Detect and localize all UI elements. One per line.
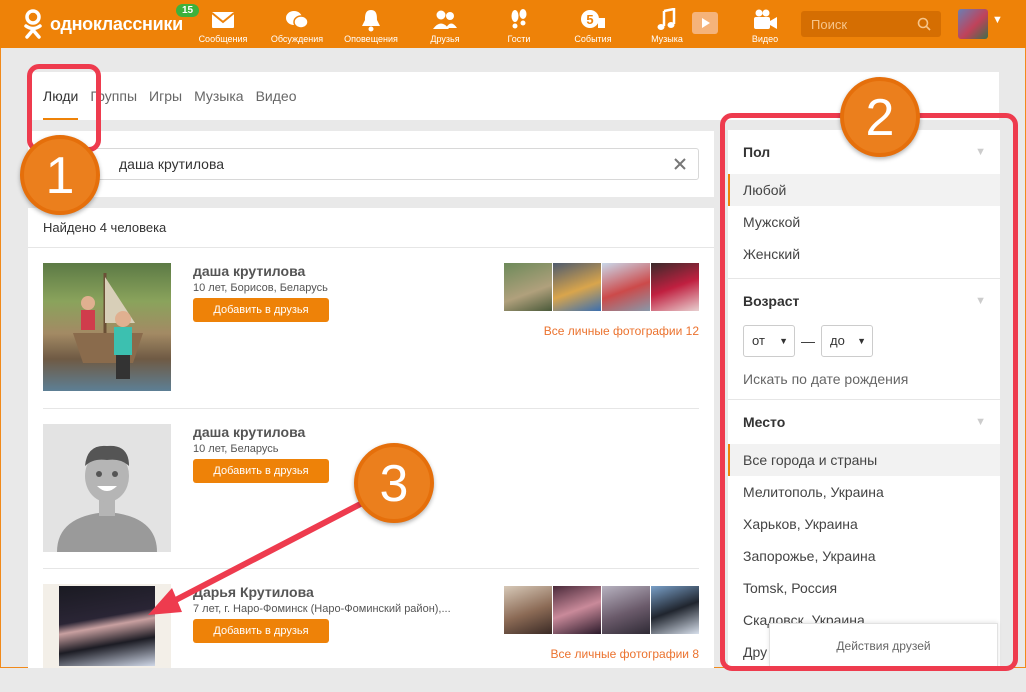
list-item: Дарья Крутилова 7 лет, г. Наро-Фоминск (…	[43, 568, 699, 668]
photo-thumbnail[interactable]	[602, 586, 650, 634]
tab-games[interactable]: Игры	[149, 72, 182, 120]
nav-events[interactable]: 5 События	[556, 0, 630, 48]
profile-photo[interactable]	[43, 584, 171, 668]
nav-guests[interactable]: Гости	[482, 0, 556, 48]
photo-thumbnail[interactable]	[602, 263, 650, 311]
person-info: 10 лет, Беларусь	[193, 443, 279, 455]
person-name[interactable]: даша крутилова	[193, 263, 305, 279]
step-marker-2: 2	[840, 77, 920, 157]
photo-thumbnail[interactable]	[553, 263, 601, 311]
ok-logo-icon	[22, 9, 44, 39]
step-marker-3: 3	[354, 443, 434, 523]
photo-thumbnail[interactable]	[504, 586, 552, 634]
nav-video[interactable]: Видео	[728, 0, 802, 48]
tab-video[interactable]: Видео	[256, 72, 297, 120]
events-icon: 5	[581, 10, 605, 28]
envelope-icon	[211, 12, 235, 28]
nav-label: Сообщения	[198, 34, 248, 44]
nav-notifications[interactable]: Оповещения	[334, 0, 408, 48]
photo-thumbnails	[504, 263, 699, 311]
photo-thumbnail[interactable]	[504, 263, 552, 311]
tab-music[interactable]: Музыка	[194, 72, 244, 120]
nav-label: Музыка	[651, 34, 683, 44]
brand-name: одноклассники	[50, 13, 183, 34]
photo-thumbnail[interactable]	[651, 586, 699, 634]
video-camera-icon	[754, 9, 777, 29]
step-marker-1: 1	[20, 135, 100, 215]
play-icon[interactable]	[692, 12, 718, 34]
nav-messages[interactable]: Сообщения	[186, 0, 260, 48]
person-info: 10 лет, Борисов, Беларусь	[193, 282, 328, 294]
nav-music[interactable]: Музыка	[630, 0, 718, 48]
person-info: 7 лет, г. Наро-Фоминск (Наро-Фоминский р…	[193, 603, 451, 615]
svg-text:5: 5	[586, 12, 593, 27]
nav-label: События	[574, 34, 612, 44]
add-friend-button[interactable]: Добавить в друзья	[193, 459, 329, 483]
chevron-down-icon[interactable]: ▼	[992, 14, 1003, 26]
add-friend-button[interactable]: Добавить в друзья	[193, 619, 329, 643]
main-nav: Сообщения Обсуждения Оповещения Друзья Г…	[186, 0, 802, 48]
photo-thumbnail[interactable]	[651, 263, 699, 311]
chat-bubbles-icon	[286, 11, 309, 29]
all-photos-link[interactable]: Все личные фотографии 12	[544, 324, 699, 338]
profile-photo[interactable]	[43, 263, 171, 391]
nav-label: Обсуждения	[270, 34, 324, 44]
nav-friends[interactable]: Друзья	[408, 0, 482, 48]
top-bar: одноклассники 15 Сообщения Обсуждения Оп…	[0, 0, 1026, 48]
nav-discussions[interactable]: Обсуждения	[260, 0, 334, 48]
search-icon[interactable]	[917, 17, 931, 31]
bell-icon	[362, 10, 380, 32]
footprints-icon	[511, 9, 527, 29]
nav-label: Друзья	[430, 34, 460, 44]
people-search-field[interactable]	[43, 148, 699, 180]
person-name[interactable]: даша крутилова	[193, 424, 305, 440]
search-input[interactable]	[811, 16, 911, 32]
logo[interactable]: одноклассники	[22, 8, 183, 40]
people-search-panel	[28, 131, 714, 197]
results-panel: Найдено 4 человека даша крутилова 10 лет…	[28, 208, 714, 668]
music-note-icon	[657, 8, 676, 30]
nav-label: Оповещения	[344, 34, 398, 44]
photo-thumbnail[interactable]	[553, 586, 601, 634]
nav-label: Видео	[751, 34, 779, 44]
profile-photo-placeholder[interactable]	[43, 424, 171, 552]
highlight-filters	[720, 113, 1018, 671]
global-search[interactable]	[801, 11, 941, 37]
results-count: Найдено 4 человека	[28, 208, 714, 248]
person-name[interactable]: Дарья Крутилова	[193, 584, 314, 600]
friends-icon	[433, 10, 457, 29]
nav-label: Гости	[507, 34, 531, 44]
list-item: даша крутилова 10 лет, Борисов, Беларусь…	[43, 248, 699, 393]
people-search-input[interactable]	[119, 149, 619, 179]
avatar[interactable]	[958, 9, 988, 39]
add-friend-button[interactable]: Добавить в друзья	[193, 298, 329, 322]
photo-thumbnails	[504, 586, 699, 634]
close-icon[interactable]	[672, 156, 688, 172]
all-photos-link[interactable]: Все личные фотографии 8	[550, 647, 699, 661]
